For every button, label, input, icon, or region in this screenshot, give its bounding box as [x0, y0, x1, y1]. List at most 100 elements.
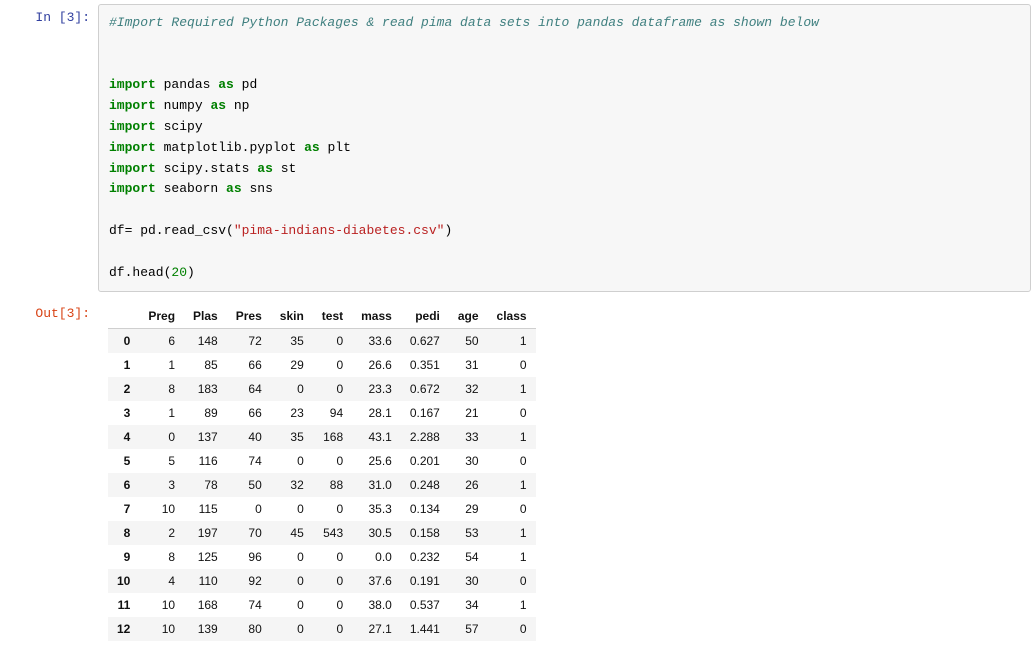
cell-value: 0.627 — [401, 329, 449, 354]
cell-value: 0.232 — [401, 545, 449, 569]
cell-value: 35.3 — [352, 497, 401, 521]
df-assign: df= pd.read_csv( — [109, 223, 234, 238]
table-row: 9812596000.00.232541 — [108, 545, 536, 569]
table-head: PregPlasPresskintestmasspediageclass — [108, 304, 536, 329]
row-index: 6 — [108, 473, 139, 497]
kw-import: import — [109, 119, 156, 134]
cell-value: 80 — [227, 617, 271, 641]
alias-st: st — [281, 161, 297, 176]
code-input[interactable]: #Import Required Python Packages & read … — [98, 4, 1031, 292]
cell-value: 116 — [184, 449, 227, 473]
row-index: 4 — [108, 425, 139, 449]
column-header: mass — [352, 304, 401, 329]
cell-value: 96 — [227, 545, 271, 569]
cell-value: 0 — [313, 449, 352, 473]
cell-value: 1 — [488, 329, 536, 354]
table-row: 55116740025.60.201300 — [108, 449, 536, 473]
cell-value: 32 — [449, 377, 488, 401]
cell-value: 23 — [271, 401, 313, 425]
cell-value: 33.6 — [352, 329, 401, 354]
cell-value: 0 — [313, 329, 352, 354]
code-cell: In [3]: #Import Required Python Packages… — [0, 0, 1031, 296]
kw-as: as — [218, 77, 234, 92]
cell-value: 0 — [313, 353, 352, 377]
cell-value: 0 — [227, 497, 271, 521]
close-paren: ) — [444, 223, 452, 238]
cell-value: 0 — [271, 593, 313, 617]
cell-value: 50 — [227, 473, 271, 497]
table-row: 71011500035.30.134290 — [108, 497, 536, 521]
cell-value: 85 — [184, 353, 227, 377]
input-prompt: In [3]: — [0, 4, 98, 27]
cell-value: 1 — [488, 473, 536, 497]
cell-value: 543 — [313, 521, 352, 545]
row-index: 2 — [108, 377, 139, 401]
row-index: 1 — [108, 353, 139, 377]
cell-value: 0 — [271, 497, 313, 521]
cell-value: 30.5 — [352, 521, 401, 545]
row-index: 5 — [108, 449, 139, 473]
cell-value: 0 — [313, 545, 352, 569]
cell-value: 0 — [271, 569, 313, 593]
column-header: age — [449, 304, 488, 329]
cell-value: 66 — [227, 353, 271, 377]
cell-value: 2.288 — [401, 425, 449, 449]
cell-value: 43.1 — [352, 425, 401, 449]
cell-value: 115 — [184, 497, 227, 521]
cell-value: 27.1 — [352, 617, 401, 641]
head-prefix: df.head( — [109, 265, 171, 280]
cell-value: 30 — [449, 449, 488, 473]
cell-value: 0.351 — [401, 353, 449, 377]
cell-value: 54 — [449, 545, 488, 569]
cell-value: 183 — [184, 377, 227, 401]
cell-value: 23.3 — [352, 377, 401, 401]
table-row: 637850328831.00.248261 — [108, 473, 536, 497]
cell-value: 26 — [449, 473, 488, 497]
cell-value: 25.6 — [352, 449, 401, 473]
output-cell: Out[3]: PregPlasPresskintestmasspediagec… — [0, 296, 1031, 645]
table-corner — [108, 304, 139, 329]
head-suffix: ) — [187, 265, 195, 280]
row-index: 12 — [108, 617, 139, 641]
table-row: 82197704554330.50.158531 — [108, 521, 536, 545]
cell-value: 70 — [227, 521, 271, 545]
csv-path: "pima-indians-diabetes.csv" — [234, 223, 445, 238]
cell-value: 37.6 — [352, 569, 401, 593]
row-index: 0 — [108, 329, 139, 354]
cell-value: 31.0 — [352, 473, 401, 497]
cell-value: 1 — [488, 377, 536, 401]
cell-value: 5 — [139, 449, 184, 473]
cell-value: 0 — [488, 401, 536, 425]
cell-value: 30 — [449, 569, 488, 593]
cell-value: 148 — [184, 329, 227, 354]
cell-value: 0 — [488, 617, 536, 641]
table-row: 1110168740038.00.537341 — [108, 593, 536, 617]
cell-value: 0.672 — [401, 377, 449, 401]
cell-value: 0 — [313, 593, 352, 617]
cell-value: 0.248 — [401, 473, 449, 497]
alias-sns: sns — [249, 181, 272, 196]
cell-value: 0.134 — [401, 497, 449, 521]
table-row: 11856629026.60.351310 — [108, 353, 536, 377]
cell-value: 0.191 — [401, 569, 449, 593]
cell-value: 0.201 — [401, 449, 449, 473]
cell-value: 0 — [271, 377, 313, 401]
column-header: pedi — [401, 304, 449, 329]
row-index: 10 — [108, 569, 139, 593]
cell-value: 0 — [271, 545, 313, 569]
cell-value: 92 — [227, 569, 271, 593]
table-row: 061487235033.60.627501 — [108, 329, 536, 354]
cell-value: 38.0 — [352, 593, 401, 617]
output-prompt: Out[3]: — [0, 300, 98, 323]
kw-import: import — [109, 181, 156, 196]
column-header: test — [313, 304, 352, 329]
cell-value: 1 — [488, 521, 536, 545]
table-row: 1210139800027.11.441570 — [108, 617, 536, 641]
mod-pandas: pandas — [164, 77, 211, 92]
cell-value: 2 — [139, 521, 184, 545]
alias-pd: pd — [242, 77, 258, 92]
cell-value: 3 — [139, 473, 184, 497]
dataframe-table: PregPlasPresskintestmasspediageclass 0 6 1… — [108, 304, 536, 641]
cell-value: 168 — [184, 593, 227, 617]
cell-value: 0 — [313, 617, 352, 641]
